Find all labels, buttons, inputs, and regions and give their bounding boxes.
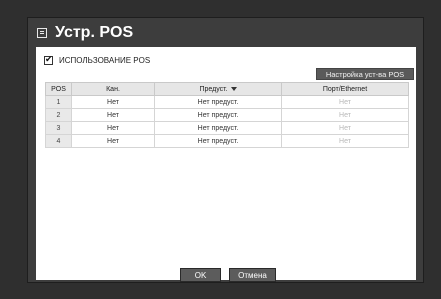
table-row[interactable]: 3 Нет Нет предуст. Нет: [45, 121, 409, 135]
cell-preset[interactable]: Нет предуст.: [154, 134, 282, 148]
dialog-title: Устр. POS: [55, 24, 134, 41]
cell-pos: 2: [45, 108, 72, 122]
cell-preset[interactable]: Нет предуст.: [154, 95, 282, 109]
cell-port: Нет: [281, 121, 409, 135]
cell-channel[interactable]: Нет: [71, 95, 155, 109]
ok-button[interactable]: OK: [180, 268, 221, 282]
cancel-button[interactable]: Отмена: [229, 268, 276, 282]
header-channel: Кан.: [71, 82, 155, 96]
cell-preset[interactable]: Нет предуст.: [154, 108, 282, 122]
table-row[interactable]: 1 Нет Нет предуст. Нет: [45, 95, 409, 109]
use-pos-label: ИСПОЛЬЗОВАНИЕ POS: [59, 56, 151, 65]
pos-table: POS Кан. Предуст. Порт/Ethernet 1 Нет Не…: [45, 82, 409, 148]
header-port: Порт/Ethernet: [281, 82, 409, 96]
header-preset[interactable]: Предуст.: [154, 82, 282, 96]
cell-port: Нет: [281, 95, 409, 109]
cell-channel[interactable]: Нет: [71, 121, 155, 135]
cell-pos: 3: [45, 121, 72, 135]
cell-port: Нет: [281, 134, 409, 148]
dialog-content: ИСПОЛЬЗОВАНИЕ POS Настройка уст-ва POS P…: [36, 47, 416, 280]
menu-icon: [37, 28, 47, 38]
cell-pos: 1: [45, 95, 72, 109]
dialog-titlebar: Устр. POS: [28, 18, 423, 48]
cell-channel[interactable]: Нет: [71, 108, 155, 122]
table-row[interactable]: 4 Нет Нет предуст. Нет: [45, 134, 409, 148]
cell-port: Нет: [281, 108, 409, 122]
pos-device-dialog: Устр. POS ИСПОЛЬЗОВАНИЕ POS Настройка ус…: [27, 17, 424, 283]
pos-setup-button[interactable]: Настройка уст-ва POS: [316, 68, 414, 80]
table-header-row: POS Кан. Предуст. Порт/Ethernet: [45, 82, 409, 96]
use-pos-checkbox[interactable]: [44, 54, 53, 65]
header-preset-label: Предуст.: [199, 85, 228, 93]
header-pos: POS: [45, 82, 72, 96]
sort-down-icon: [230, 87, 237, 91]
cell-channel[interactable]: Нет: [71, 134, 155, 148]
table-row[interactable]: 2 Нет Нет предуст. Нет: [45, 108, 409, 122]
cell-preset[interactable]: Нет предуст.: [154, 121, 282, 135]
cell-pos: 4: [45, 134, 72, 148]
